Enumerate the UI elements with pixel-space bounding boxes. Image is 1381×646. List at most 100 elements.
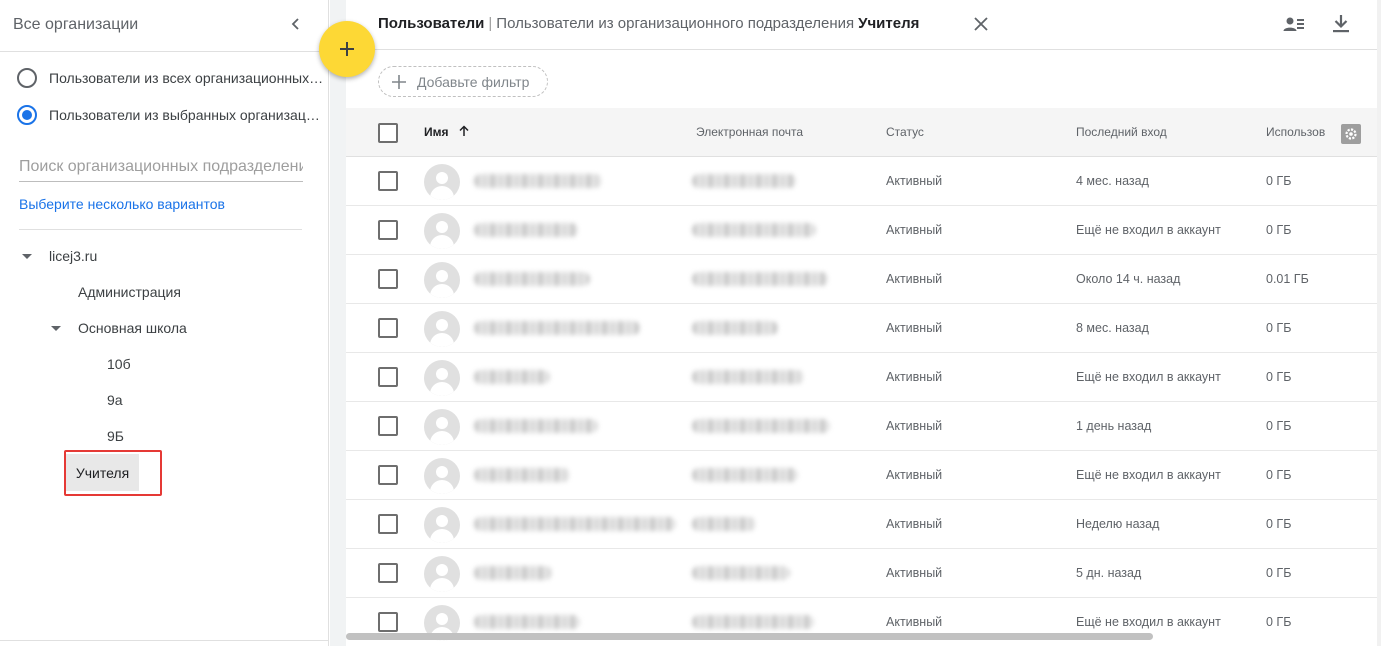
table-row[interactable]: Активный Ещё не входил в аккаунт 0 ГБ xyxy=(346,353,1381,402)
status-cell: Активный xyxy=(886,615,943,629)
last-login-cell: Ещё не входил в аккаунт xyxy=(1076,468,1221,482)
user-name-redacted[interactable] xyxy=(474,272,590,286)
status-cell: Активный xyxy=(886,517,943,531)
collapse-panel-button[interactable] xyxy=(285,13,307,35)
avatar-icon xyxy=(424,458,460,494)
add-filter-chip[interactable]: Добавьте фильтр xyxy=(378,66,548,97)
manage-users-icon[interactable] xyxy=(1282,13,1306,37)
status-cell: Активный xyxy=(886,321,943,335)
avatar-icon xyxy=(424,360,460,396)
last-login-cell: Около 14 ч. назад xyxy=(1076,272,1181,286)
table-row[interactable]: Активный 5 дн. назад 0 ГБ xyxy=(346,549,1381,598)
table-body: Активный 4 мес. назад 0 ГБ Активный Ещё не в… xyxy=(346,157,1381,646)
select-all-checkbox[interactable] xyxy=(378,123,398,143)
org-unit-search-input[interactable] xyxy=(19,152,303,182)
usage-cell: 0 ГБ xyxy=(1266,517,1292,531)
status-cell: Активный xyxy=(886,468,943,482)
plus-icon xyxy=(340,42,354,56)
status-cell: Активный xyxy=(886,566,943,580)
last-login-cell: Ещё не входил в аккаунт xyxy=(1076,370,1221,384)
column-settings-button[interactable] xyxy=(1341,124,1361,144)
add-filter-label: Добавьте фильтр xyxy=(417,73,530,90)
column-header-name[interactable]: Имя xyxy=(424,125,470,139)
user-name-redacted[interactable] xyxy=(474,223,578,237)
user-name-redacted[interactable] xyxy=(474,468,570,482)
row-checkbox[interactable] xyxy=(378,416,398,436)
scrollbar-thumb[interactable] xyxy=(346,633,1153,640)
breadcrumb-separator: | xyxy=(488,15,493,32)
column-header-email[interactable]: Электронная почта xyxy=(696,125,803,139)
radio-selected-units[interactable] xyxy=(17,105,37,125)
column-header-usage[interactable]: Использов xyxy=(1266,125,1325,139)
last-login-cell: 5 дн. назад xyxy=(1076,566,1142,580)
usage-cell: 0 ГБ xyxy=(1266,468,1292,482)
plus-icon xyxy=(392,74,406,89)
radio-all-units[interactable] xyxy=(17,68,37,88)
row-checkbox[interactable] xyxy=(378,514,398,534)
usage-cell: 0 ГБ xyxy=(1266,566,1292,580)
table-row[interactable]: Активный 1 день назад 0 ГБ xyxy=(346,402,1381,451)
usage-cell: 0 ГБ xyxy=(1266,615,1292,629)
user-name-redacted[interactable] xyxy=(474,419,598,433)
user-name-redacted[interactable] xyxy=(474,321,640,335)
tree-node-10b[interactable]: 10б xyxy=(107,351,131,377)
row-checkbox[interactable] xyxy=(378,269,398,289)
option-all-units[interactable]: Пользователи из всех организационных под… xyxy=(17,66,325,90)
user-email-redacted xyxy=(692,419,830,433)
table-row[interactable]: Активный 4 мес. назад 0 ГБ xyxy=(346,157,1381,206)
panel-gutter xyxy=(330,0,346,646)
user-email-redacted xyxy=(692,566,790,580)
user-name-redacted[interactable] xyxy=(474,566,552,580)
add-button[interactable] xyxy=(319,21,375,77)
breadcrumb-root[interactable]: Пользователи xyxy=(378,15,484,32)
user-name-redacted[interactable] xyxy=(474,370,550,384)
last-login-cell: Ещё не входил в аккаунт xyxy=(1076,223,1221,237)
table-row[interactable]: Активный Неделю назад 0 ГБ xyxy=(346,500,1381,549)
user-email-redacted xyxy=(692,468,798,482)
expand-arrow-icon[interactable] xyxy=(51,326,61,331)
table-row[interactable]: Активный Ещё не входил в аккаунт 0 ГБ xyxy=(346,206,1381,255)
table-row[interactable]: Активный Около 14 ч. назад 0.01 ГБ xyxy=(346,255,1381,304)
download-icon[interactable] xyxy=(1329,12,1353,36)
user-email-redacted xyxy=(692,321,778,335)
row-checkbox[interactable] xyxy=(378,367,398,387)
tree-node-root[interactable]: licej3.ru xyxy=(49,243,97,269)
user-email-redacted xyxy=(692,517,756,531)
user-email-redacted xyxy=(692,370,804,384)
last-login-cell: Ещё не входил в аккаунт xyxy=(1076,615,1221,629)
vertical-scrollbar[interactable] xyxy=(1377,0,1381,646)
status-cell: Активный xyxy=(886,174,943,188)
usage-cell: 0 ГБ xyxy=(1266,223,1292,237)
multi-select-link[interactable]: Выберите несколько вариантов xyxy=(19,196,225,212)
avatar-icon xyxy=(424,409,460,445)
tree-node-9a[interactable]: 9а xyxy=(107,387,123,413)
users-panel: Пользователи | Пользователи из организацио… xyxy=(346,0,1381,646)
row-checkbox[interactable] xyxy=(378,465,398,485)
row-checkbox[interactable] xyxy=(378,171,398,191)
user-email-redacted xyxy=(692,223,816,237)
tree-node-9b[interactable]: 9Б xyxy=(107,423,124,449)
row-checkbox[interactable] xyxy=(378,318,398,338)
usage-cell: 0.01 ГБ xyxy=(1266,272,1309,286)
horizontal-scrollbar[interactable] xyxy=(346,631,1381,641)
row-checkbox[interactable] xyxy=(378,612,398,632)
column-header-status[interactable]: Статус xyxy=(886,125,924,139)
tree-node-main-school[interactable]: Основная школа xyxy=(78,315,187,341)
user-name-redacted[interactable] xyxy=(474,615,580,629)
usage-cell: 0 ГБ xyxy=(1266,321,1292,335)
column-header-last-login[interactable]: Последний вход xyxy=(1076,125,1167,139)
option-selected-units[interactable]: Пользователи из выбранных организационны… xyxy=(17,103,325,127)
close-icon[interactable] xyxy=(971,14,991,34)
user-name-redacted[interactable] xyxy=(474,174,602,188)
org-panel-header: Все организации xyxy=(0,0,328,52)
usage-cell: 0 ГБ xyxy=(1266,174,1292,188)
table-row[interactable]: Активный Ещё не входил в аккаунт 0 ГБ xyxy=(346,451,1381,500)
users-header: Пользователи | Пользователи из организацио… xyxy=(346,0,1381,50)
row-checkbox[interactable] xyxy=(378,563,398,583)
expand-arrow-icon[interactable] xyxy=(22,254,32,259)
tree-node-administration[interactable]: Администрация xyxy=(78,279,181,305)
table-row[interactable]: Активный 8 мес. назад 0 ГБ xyxy=(346,304,1381,353)
divider xyxy=(0,640,329,641)
row-checkbox[interactable] xyxy=(378,220,398,240)
user-name-redacted[interactable] xyxy=(474,517,676,531)
